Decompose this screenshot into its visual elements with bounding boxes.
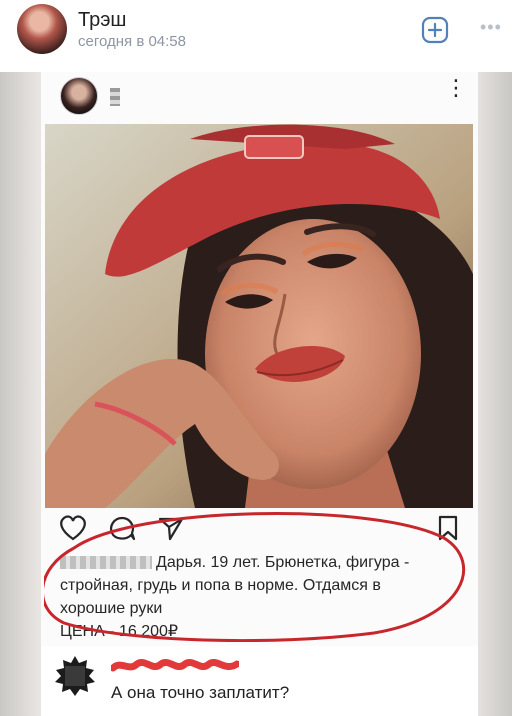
share-icon: [158, 517, 184, 541]
caption-text-1: Дарья. 19 лет. Брюнетка, фигура -: [156, 554, 410, 571]
caption-line-2: стройная, грудь и попа в норме. Отдамся …: [60, 577, 381, 594]
post-time: сегодня в 04:58: [78, 33, 186, 50]
commenter-avatar[interactable]: [53, 654, 97, 698]
blurred-username: [110, 88, 120, 106]
instagram-avatar: [60, 77, 98, 115]
portrait-photo: [45, 124, 473, 508]
post-caption: Дарья. 19 лет. Брюнетка, фигура - стройн…: [60, 551, 470, 643]
scribbled-name: [111, 659, 239, 672]
caption-line-3: хорошие руки: [60, 600, 163, 617]
blurred-username: [60, 556, 152, 570]
more-horizontal-icon[interactable]: •••: [480, 18, 502, 36]
more-vertical-icon: ⋮: [445, 75, 467, 100]
post-image[interactable]: ⋮ Дарья. 19 лет. Брюнетка, фигура - стро…: [0, 72, 512, 716]
caption-price: ЦЕНА - 16 200₽: [60, 623, 179, 640]
heart-icon: [60, 515, 86, 541]
comment-text: А она точно заплатит?: [111, 683, 290, 702]
comment-row: А она точно заплатит?: [41, 646, 478, 716]
plus-square-icon[interactable]: [421, 16, 449, 44]
instagram-post: ⋮ Дарья. 19 лет. Брюнетка, фигура - стро…: [41, 72, 478, 716]
caption-line-1: Дарья. 19 лет. Брюнетка, фигура -: [60, 551, 470, 574]
comment-icon: [110, 516, 136, 541]
portrait-illustration: [45, 124, 473, 508]
group-title[interactable]: Трэш: [78, 9, 126, 32]
group-avatar[interactable]: [17, 4, 67, 54]
bookmark-icon: [438, 515, 458, 541]
vk-post-header: Трэш сегодня в 04:58 •••: [0, 0, 512, 72]
post-actions: [41, 508, 478, 548]
